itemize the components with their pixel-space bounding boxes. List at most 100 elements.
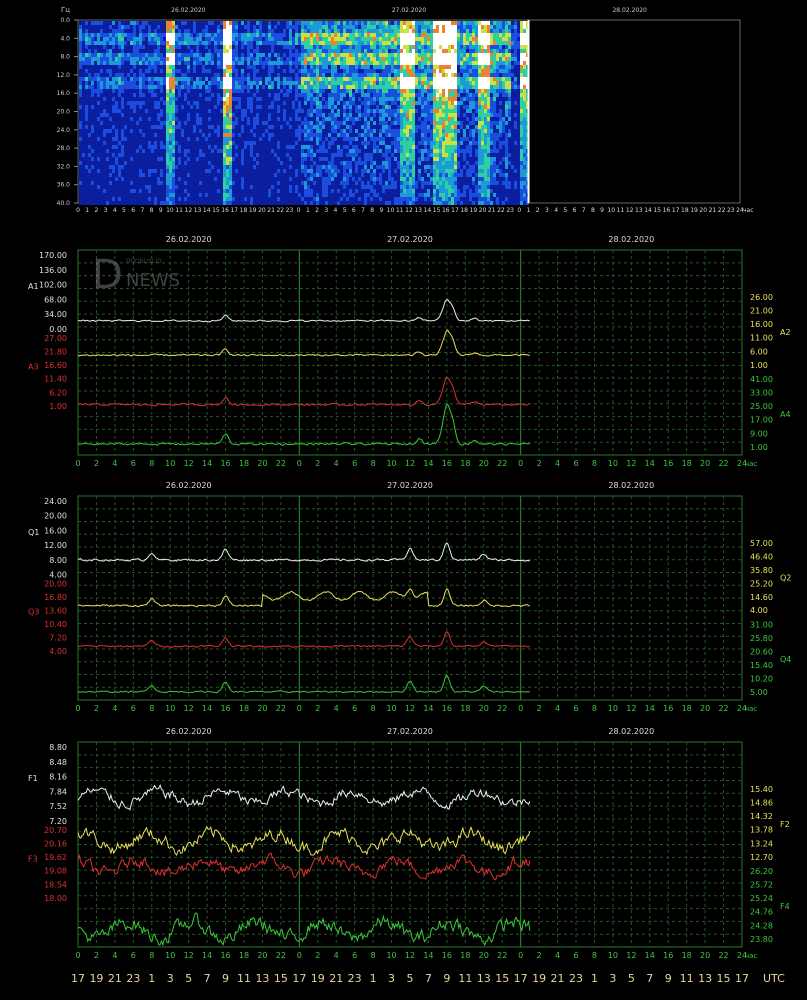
panel-hour-label: 20: [479, 459, 489, 468]
utc-hour-label: 15: [717, 972, 731, 985]
utc-hour-label: 19: [89, 972, 103, 985]
spectrogram-hour-label: 15: [653, 207, 661, 214]
axis-tick-q4: 15.40: [750, 661, 773, 670]
spectrogram-hour-label: 21: [267, 207, 275, 214]
axis-tick-f1: 7.84: [49, 787, 67, 796]
spectrogram-hour-label: 18: [460, 207, 468, 214]
panel-hour-label: 20: [257, 951, 267, 960]
axis-tick-f3: 18.54: [44, 880, 67, 889]
spectrogram-hour-label: 22: [497, 207, 505, 214]
panel-hour-label: 22: [497, 459, 507, 468]
utc-hour-label: 7: [425, 972, 432, 985]
panel-hour-label: 14: [645, 704, 655, 713]
panel-hour-label: 8: [149, 951, 154, 960]
panel-hour-label: 2: [94, 951, 99, 960]
spectrogram-hour-label: 23: [506, 207, 514, 214]
freq-tick-label: 32.0: [57, 163, 71, 170]
spectrogram-hour-label: 11: [396, 207, 404, 214]
panel-f: 26.02.2020 27.02.2020 28.02.2020 0 2 4 6 8 10 12 1…: [28, 727, 790, 960]
panel-hour-label: 12: [184, 951, 194, 960]
utc-hour-label: 5: [185, 972, 192, 985]
spectrogram-hour-label: 4: [113, 207, 117, 214]
axis-tick-f3: 19.62: [44, 853, 67, 862]
utc-hour-label: 3: [609, 972, 616, 985]
panel-hour-label: 18: [682, 704, 692, 713]
freq-tick-label: 8.0: [60, 54, 70, 61]
axis-tick-f2: 12.70: [750, 853, 773, 862]
series-name-q1: Q1: [28, 528, 39, 537]
panel-hour-label: 22: [276, 459, 286, 468]
watermark-letter: D: [92, 252, 123, 298]
panel-hour-label: 10: [608, 459, 618, 468]
panel-hour-unit: час: [745, 705, 757, 713]
panel-hour-label: 20: [257, 459, 267, 468]
axis-tick-q3: 20.00: [44, 580, 67, 589]
utc-hour-label: 23: [348, 972, 362, 985]
utc-hour-label: 17: [71, 972, 85, 985]
spectrogram-hour-label: 10: [607, 207, 615, 214]
spectrogram-hour-label: 18: [681, 207, 689, 214]
series-name-q4: Q4: [780, 655, 791, 664]
utc-hour-label: 23: [569, 972, 583, 985]
freq-unit-label: Гц: [61, 6, 70, 14]
axis-tick-q4: 20.60: [750, 647, 773, 656]
panel-hour-label: 2: [537, 951, 542, 960]
panel-hour-label: 16: [663, 704, 673, 713]
panel-hour-label: 10: [608, 704, 618, 713]
panel-hour-label: 14: [423, 951, 433, 960]
panel-hour-label: 22: [276, 951, 286, 960]
spectrogram-image: [79, 21, 530, 205]
panel-hour-label: 16: [663, 951, 673, 960]
spectrogram-hour-label: 20: [258, 207, 266, 214]
spectrogram-date-label: 26.02.2020: [171, 7, 206, 14]
panel-hour-label: 0: [75, 951, 80, 960]
spectrogram-date-label: 28.02.2020: [612, 7, 647, 14]
spectrogram-hour-label: 17: [230, 207, 238, 214]
spectrogram-hour-label: 20: [479, 207, 487, 214]
panel-hour-label: 12: [626, 704, 636, 713]
panel-hour-label: 22: [718, 704, 728, 713]
panel-hour-label: 16: [663, 459, 673, 468]
panel-hour-label: 14: [423, 459, 433, 468]
utc-hour-label: 1: [370, 972, 377, 985]
spectrogram-hour-label: 5: [563, 207, 567, 214]
panel-hour-label: 4: [112, 704, 117, 713]
series-name-f3: F3: [28, 854, 38, 863]
axis-tick-a3: 16.60: [44, 361, 67, 370]
axis-tick-q1: 8.00: [49, 556, 67, 565]
utc-hour-label: 19: [532, 972, 546, 985]
panel-date-label: 26.02.2020: [166, 481, 212, 490]
schumann-resonance-chart: Гц 0.0 4.0 8.0 12.0 16.0 20.0 24.0 28.0 32.0 36.0 4…: [28, 6, 791, 985]
spectrogram-hour-label: 3: [324, 207, 328, 214]
utc-hour-label: 3: [167, 972, 174, 985]
panel-hour-label: 12: [184, 704, 194, 713]
series-name-f1: F1: [28, 774, 38, 783]
watermark-small: DUOBUSLID: [126, 258, 162, 265]
panel-hour-label: 6: [573, 459, 578, 468]
panel-hour-label: 0: [518, 704, 523, 713]
panel-hour-label: 0: [518, 459, 523, 468]
panel-hour-label: 16: [442, 704, 452, 713]
spectrogram-hour-label: 2: [94, 207, 98, 214]
panel-hour-label: 20: [479, 951, 489, 960]
panel-hour-label: 2: [537, 704, 542, 713]
axis-tick-a3: 21.80: [44, 348, 67, 357]
axis-tick-q3: 4.00: [49, 647, 67, 656]
spectrogram-hour-label: 15: [212, 207, 220, 214]
spectrogram-hour-label: 0: [517, 207, 521, 214]
utc-hour-label: 1: [148, 972, 155, 985]
panel-hour-label: 14: [645, 459, 655, 468]
panel-hour-label: 14: [202, 951, 212, 960]
series-name-f2: F2: [780, 820, 790, 829]
panel-hour-label: 22: [718, 951, 728, 960]
axis-tick-f3: 19.08: [44, 867, 67, 876]
series-name-q2: Q2: [780, 574, 791, 583]
axis-tick-a3: 27.00: [44, 334, 67, 343]
axis-tick-q3: 10.40: [44, 620, 67, 629]
spectrogram-hour-label: 2: [536, 207, 540, 214]
axis-tick-f1: 8.48: [49, 758, 67, 767]
freq-tick-label: 24.0: [57, 127, 71, 134]
spectrogram-hour-label: 19: [249, 207, 257, 214]
spectrogram-hour-label: 9: [600, 207, 604, 214]
panel-hour-label: 18: [460, 459, 470, 468]
